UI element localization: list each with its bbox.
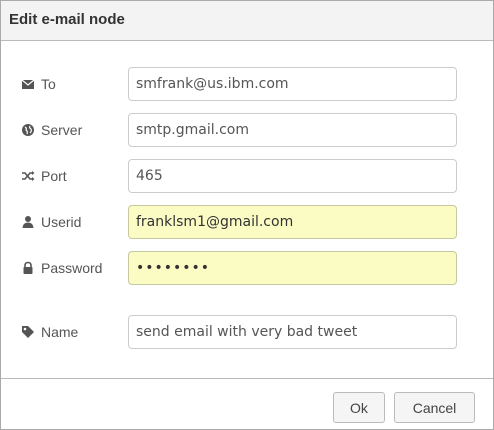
port-label-text: Port — [41, 168, 67, 184]
cancel-button[interactable]: Cancel — [394, 392, 475, 423]
server-label: Server — [21, 113, 82, 147]
server-field[interactable] — [128, 113, 457, 147]
random-icon — [21, 169, 35, 183]
userid-label-text: Userid — [41, 214, 82, 230]
tag-icon — [21, 325, 35, 339]
row-port: Port — [1, 159, 493, 193]
dialog-titlebar[interactable]: Edit e-mail node — [1, 1, 493, 41]
ok-button[interactable]: Ok — [333, 392, 385, 423]
userid-field[interactable] — [128, 205, 457, 239]
port-label: Port — [21, 159, 67, 193]
row-to: To — [1, 67, 493, 101]
to-label: To — [21, 67, 56, 101]
envelope-icon — [21, 77, 35, 91]
password-label: Password — [21, 251, 102, 285]
userid-label: Userid — [21, 205, 81, 239]
dialog-footer: Ok Cancel — [1, 378, 493, 429]
to-label-text: To — [41, 76, 56, 92]
row-userid: Userid — [1, 205, 493, 239]
port-field[interactable] — [128, 159, 457, 193]
globe-icon — [21, 123, 35, 137]
to-field[interactable] — [128, 67, 457, 101]
lock-icon — [21, 261, 35, 275]
password-field[interactable] — [128, 251, 457, 285]
row-password: Password — [1, 251, 493, 285]
row-name: Name — [1, 315, 493, 349]
row-server: Server — [1, 113, 493, 147]
server-label-text: Server — [41, 122, 83, 138]
name-field[interactable] — [128, 315, 457, 349]
name-label-text: Name — [41, 324, 79, 340]
edit-email-node-dialog: Edit e-mail node To Server Port — [0, 0, 494, 430]
user-icon — [21, 215, 35, 229]
name-label: Name — [21, 315, 78, 349]
dialog-title: Edit e-mail node — [9, 11, 125, 28]
password-label-text: Password — [41, 260, 103, 276]
